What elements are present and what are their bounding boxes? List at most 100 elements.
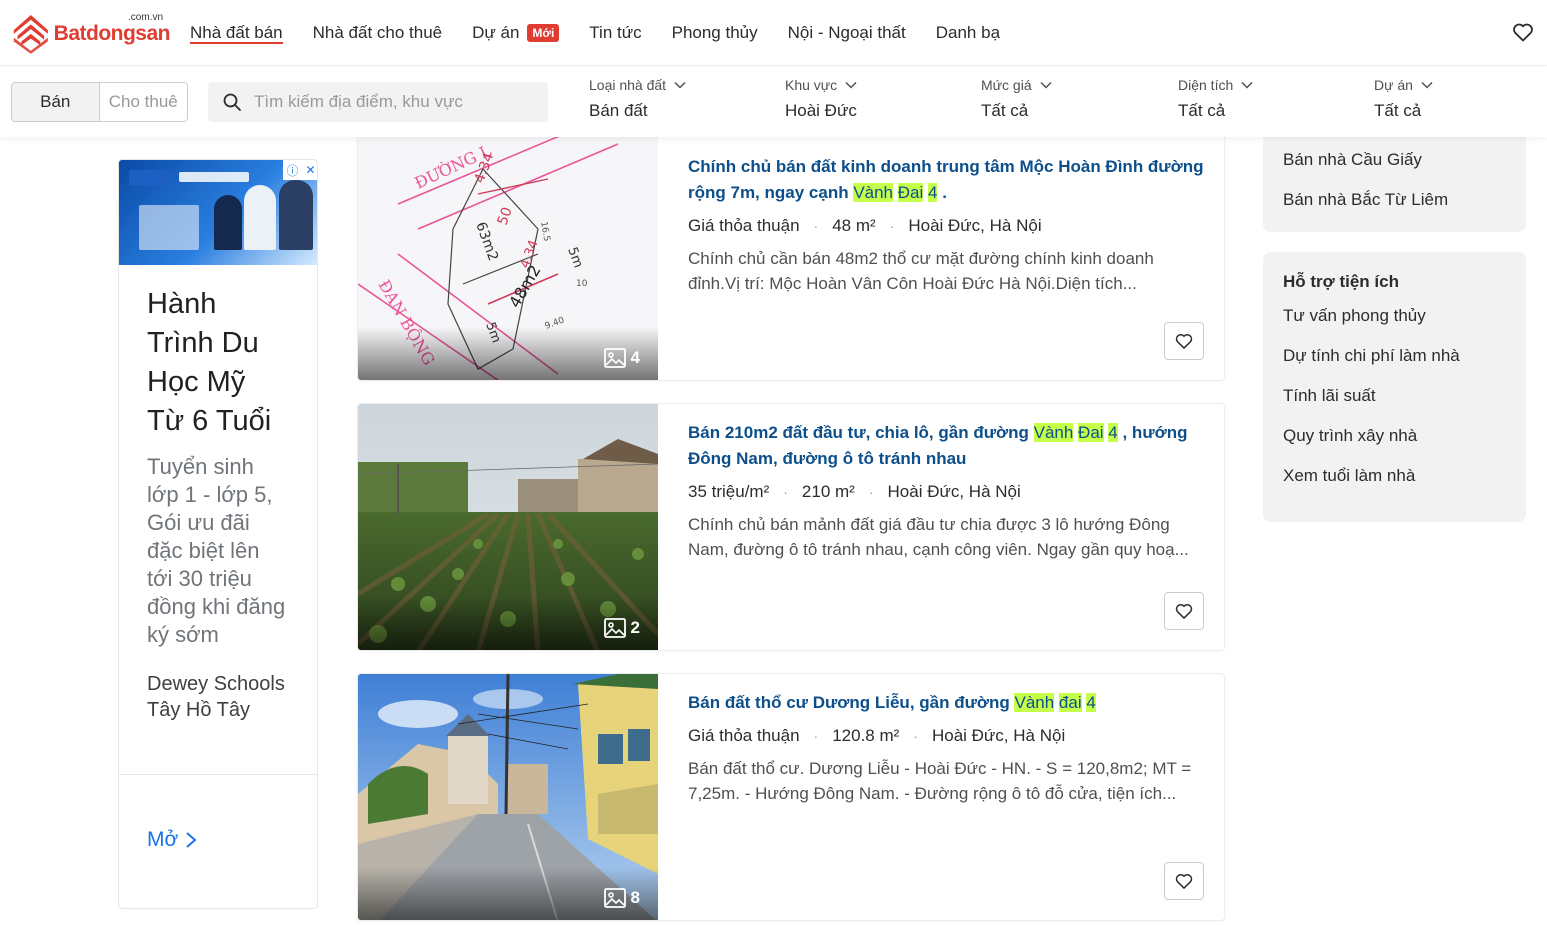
filter-value: Tất cả bbox=[981, 101, 1029, 120]
image-count: 2 bbox=[603, 616, 640, 640]
nav-du-an[interactable]: Dự án Mới bbox=[472, 0, 560, 66]
listing-info: Chính chủ bán đất kinh doanh trung tâm M… bbox=[688, 154, 1208, 296]
ad-open-label: Mở bbox=[147, 828, 179, 851]
nav-nha-dat-cho-thue[interactable]: Nhà đất cho thuê bbox=[313, 0, 442, 66]
ad-choices[interactable]: ⓘ ✕ bbox=[283, 160, 317, 180]
save-listing-button[interactable] bbox=[1164, 322, 1204, 360]
listing-area: 210 m² bbox=[801, 482, 855, 501]
save-listing-button[interactable] bbox=[1164, 862, 1204, 900]
image-count: 8 bbox=[603, 886, 640, 910]
nav-tin-tuc[interactable]: Tin tức bbox=[589, 0, 641, 66]
highlight-term: 4 bbox=[1086, 693, 1096, 712]
listing-card[interactable]: 2 Bán 210m2 đất đầu tư, chia lô, gần đườ… bbox=[357, 403, 1225, 651]
close-icon[interactable]: ✕ bbox=[305, 163, 315, 177]
sidebar-advertisement[interactable]: ⓘ ✕ Hành Trình Du Học Mỹ Từ 6 Tuổi Tuyển… bbox=[118, 159, 318, 909]
filter-property-type[interactable]: Loại nhà đất Bán đất bbox=[589, 77, 769, 127]
filter-label-text: Dự án bbox=[1374, 77, 1413, 93]
listing-thumbnail[interactable]: 8 bbox=[358, 674, 658, 920]
filter-size[interactable]: Diện tích Tất cả bbox=[1178, 77, 1358, 127]
nav-label: Danh bạ bbox=[935, 23, 1001, 42]
logo-text: Batdongsan bbox=[53, 22, 171, 45]
highlight-term: Vành bbox=[1014, 693, 1055, 712]
nav-label: Nội - Ngoại thất bbox=[787, 23, 906, 42]
mode-rent-button[interactable]: Cho thuê bbox=[99, 83, 187, 121]
listing-info: Bán 210m2 đất đầu tư, chia lô, gần đường… bbox=[688, 420, 1208, 562]
listing-title[interactable]: Bán đất thổ cư Dương Liễu, gần đường Vàn… bbox=[688, 690, 1208, 716]
ad-text: Tuyển sinh lớp 1 - lớp 5, Gói ưu đãi đặc… bbox=[147, 454, 286, 647]
image-icon bbox=[603, 348, 626, 368]
image-count-value: 2 bbox=[630, 618, 640, 637]
ad-open-button[interactable]: Mở bbox=[147, 828, 198, 852]
listing-thumbnail[interactable]: 2 bbox=[358, 404, 658, 650]
top-header: Batdongsan .com.vn Nhà đất bán Nhà đất c… bbox=[0, 0, 1547, 66]
tool-link[interactable]: Tính lãi suất bbox=[1263, 376, 1526, 416]
listing-meta: 35 triệu/m² · 210 m² · Hoài Đức, Hà Nội bbox=[688, 482, 1021, 501]
highlight-term: Vành bbox=[853, 183, 894, 202]
filter-label-text: Loại nhà đất bbox=[589, 77, 667, 93]
heart-icon[interactable] bbox=[1511, 20, 1535, 44]
heart-icon bbox=[1175, 603, 1193, 619]
filter-label: Diện tích bbox=[1178, 77, 1358, 93]
chevron-down-icon bbox=[674, 81, 686, 89]
listing-location: Hoài Đức, Hà Nội bbox=[887, 482, 1021, 501]
image-icon bbox=[603, 618, 626, 638]
image-count: 4 bbox=[603, 346, 640, 370]
new-badge: Mới bbox=[527, 24, 560, 42]
tool-link[interactable]: Quy trình xây nhà bbox=[1263, 416, 1526, 456]
tool-link[interactable]: Dự tính chi phí làm nhà bbox=[1263, 336, 1526, 376]
nav-label: Phong thủy bbox=[671, 23, 758, 42]
tool-link[interactable]: Xem tuổi làm nhà bbox=[1263, 456, 1526, 496]
image-count-value: 8 bbox=[630, 888, 640, 907]
nav-label: Tin tức bbox=[589, 23, 642, 42]
filter-label: Dự án bbox=[1374, 77, 1534, 93]
plan-label: 10 bbox=[576, 279, 588, 289]
filter-value: Tất cả bbox=[1178, 101, 1226, 120]
nav-nha-dat-ban[interactable]: Nhà đất bán bbox=[190, 0, 283, 66]
ad-info-icon[interactable]: ⓘ bbox=[286, 162, 298, 179]
search-box bbox=[208, 82, 548, 122]
highlight-term: 4 bbox=[1108, 423, 1118, 442]
related-link[interactable]: Bán nhà Bắc Từ Liêm bbox=[1263, 180, 1526, 220]
sell-rent-toggle: Bán Cho thuê bbox=[11, 82, 188, 122]
listing-area: 48 m² bbox=[832, 216, 876, 235]
filter-area-region[interactable]: Khu vực Hoài Đức bbox=[785, 77, 965, 127]
listing-price: Giá thỏa thuận bbox=[688, 216, 800, 235]
nav-danh-ba[interactable]: Danh bạ bbox=[936, 0, 1000, 66]
chevron-right-icon bbox=[186, 832, 197, 848]
search-input[interactable] bbox=[254, 92, 544, 112]
logo-icon bbox=[13, 14, 48, 54]
street-photo bbox=[358, 674, 658, 920]
ad-title[interactable]: Hành Trình Du Học Mỹ Từ 6 Tuổi bbox=[119, 265, 317, 441]
nav-phong-thuy[interactable]: Phong thủy bbox=[672, 0, 758, 66]
site-logo[interactable]: Batdongsan .com.vn bbox=[10, 8, 171, 56]
ad-brand: Dewey Schools Tây Hồ Tây bbox=[147, 673, 285, 721]
heart-icon bbox=[1175, 333, 1193, 349]
filter-project[interactable]: Dự án Tất cả bbox=[1374, 77, 1534, 127]
mode-sell-button[interactable]: Bán bbox=[12, 83, 100, 121]
title-text: Bán 210m2 đất đầu tư, chia lô, gần đường bbox=[688, 423, 1034, 442]
tool-link[interactable]: Tư vấn phong thủy bbox=[1263, 296, 1526, 336]
listing-thumbnail[interactable]: ĐƯỜNG L ĐAN BỘNG 4.34 50 63m2 4.34 48m2 … bbox=[358, 134, 658, 380]
save-listing-button[interactable] bbox=[1164, 592, 1204, 630]
title-text: . bbox=[937, 183, 947, 202]
related-link[interactable]: Bán nhà Cầu Giấy bbox=[1263, 140, 1526, 180]
nav-label: Nhà đất bán bbox=[190, 23, 283, 42]
tools-heading: Hỗ trợ tiện ích bbox=[1283, 272, 1399, 291]
filter-value: Tất cả bbox=[1374, 101, 1422, 120]
chevron-down-icon bbox=[1040, 81, 1052, 89]
listing-card[interactable]: ĐƯỜNG L ĐAN BỘNG 4.34 50 63m2 4.34 48m2 … bbox=[357, 133, 1225, 381]
nav-noi-ngoai-that[interactable]: Nội - Ngoại thất bbox=[788, 0, 906, 66]
filter-label: Khu vực bbox=[785, 77, 965, 93]
chevron-down-icon bbox=[1241, 81, 1253, 89]
listing-location: Hoài Đức, Hà Nội bbox=[931, 726, 1066, 745]
heart-icon bbox=[1175, 873, 1193, 889]
highlight-term: Đai bbox=[897, 183, 924, 202]
filter-label-text: Diện tích bbox=[1178, 77, 1234, 93]
ad-banner-image[interactable]: ⓘ ✕ bbox=[119, 160, 317, 265]
listing-card[interactable]: 8 Bán đất thổ cư Dương Liễu, gần đường V… bbox=[357, 673, 1225, 921]
ad-divider bbox=[119, 774, 317, 775]
chevron-down-icon bbox=[1421, 81, 1433, 89]
listing-title[interactable]: Chính chủ bán đất kinh doanh trung tâm M… bbox=[688, 154, 1208, 206]
listing-title[interactable]: Bán 210m2 đất đầu tư, chia lô, gần đường… bbox=[688, 420, 1208, 472]
filter-price[interactable]: Mức giá Tất cả bbox=[981, 77, 1161, 127]
